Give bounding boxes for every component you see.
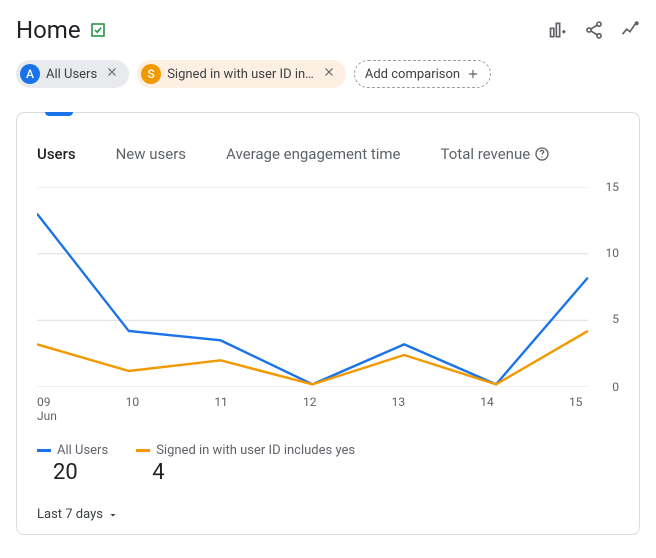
tab-new-users[interactable]: New users bbox=[116, 145, 186, 163]
y-tick: 0 bbox=[612, 380, 619, 394]
y-tick: 15 bbox=[606, 180, 620, 194]
x-axis: 09 Jun 10 11 12 13 14 15 bbox=[37, 395, 589, 423]
legend-label: All Users bbox=[57, 443, 108, 458]
chip-signed-in[interactable]: S Signed in with user ID in… bbox=[137, 60, 346, 88]
chip-label: Signed in with user ID in… bbox=[167, 67, 314, 82]
page-title: Home bbox=[16, 16, 81, 44]
x-tick: 15 bbox=[569, 395, 589, 423]
tab-label: Total revenue bbox=[441, 145, 531, 163]
tab-users[interactable]: Users bbox=[37, 145, 76, 163]
plus-icon bbox=[466, 67, 480, 81]
add-comparison-button[interactable]: Add comparison bbox=[354, 60, 491, 88]
share-icon[interactable] bbox=[584, 20, 604, 40]
chevron-down-icon bbox=[107, 509, 119, 521]
x-tick: 10 bbox=[126, 395, 146, 423]
x-tick: 09 bbox=[37, 395, 57, 409]
line-chart: 15 10 5 0 bbox=[37, 187, 619, 387]
x-tick: 13 bbox=[392, 395, 412, 423]
help-icon[interactable] bbox=[534, 146, 550, 162]
series-all-users bbox=[37, 214, 588, 385]
chart-legend: All Users 20 Signed in with user ID incl… bbox=[37, 443, 619, 485]
date-range-label: Last 7 days bbox=[37, 507, 103, 522]
legend-all-users: All Users 20 bbox=[37, 443, 108, 485]
legend-swatch bbox=[37, 449, 51, 452]
y-tick: 5 bbox=[612, 312, 619, 326]
insights-icon[interactable] bbox=[620, 20, 640, 40]
chip-badge-s: S bbox=[141, 64, 161, 84]
legend-value: 4 bbox=[152, 460, 355, 485]
add-comparison-label: Add comparison bbox=[365, 67, 460, 82]
legend-value: 20 bbox=[53, 460, 108, 485]
verified-icon bbox=[89, 21, 107, 39]
active-tab-indicator bbox=[45, 112, 73, 116]
x-tick: 14 bbox=[480, 395, 500, 423]
chip-all-users[interactable]: A All Users bbox=[16, 60, 129, 88]
x-tick-month: Jun bbox=[37, 409, 57, 423]
legend-swatch bbox=[136, 449, 150, 452]
series-signed-in bbox=[37, 331, 588, 384]
chart-svg bbox=[37, 187, 619, 387]
legend-label: Signed in with user ID includes yes bbox=[156, 443, 355, 458]
metric-tabs: Users New users Average engagement time … bbox=[37, 145, 619, 163]
comparison-chips: A All Users S Signed in with user ID in…… bbox=[16, 60, 640, 88]
y-tick: 10 bbox=[606, 246, 620, 260]
date-range-selector[interactable]: Last 7 days bbox=[37, 507, 619, 522]
chip-remove-icon[interactable] bbox=[320, 65, 338, 83]
chip-badge-a: A bbox=[20, 64, 40, 84]
chip-label: All Users bbox=[46, 67, 97, 82]
chip-remove-icon[interactable] bbox=[103, 65, 121, 83]
x-tick: 12 bbox=[303, 395, 323, 423]
tab-total-revenue[interactable]: Total revenue bbox=[441, 145, 551, 163]
legend-signed-in: Signed in with user ID includes yes 4 bbox=[136, 443, 355, 485]
tab-avg-engagement[interactable]: Average engagement time bbox=[226, 145, 400, 163]
customize-icon[interactable] bbox=[548, 20, 568, 40]
x-tick: 11 bbox=[214, 395, 234, 423]
metrics-card: Users New users Average engagement time … bbox=[16, 112, 640, 535]
